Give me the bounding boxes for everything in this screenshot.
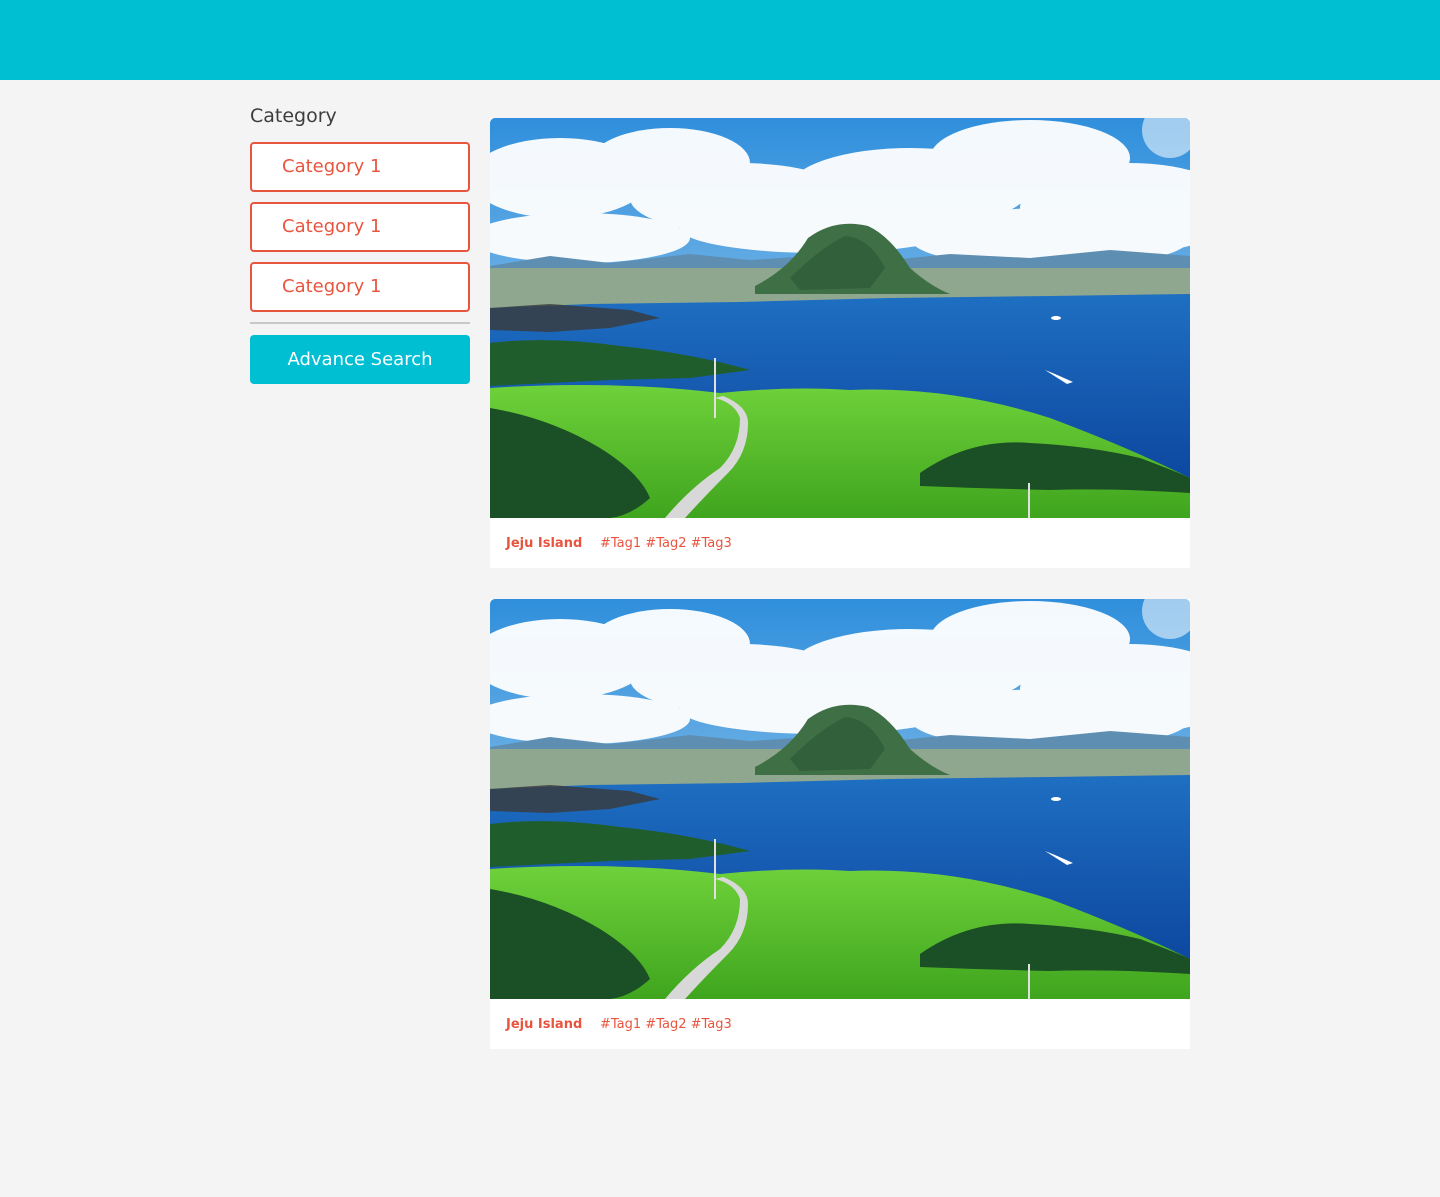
top-header-bar bbox=[0, 0, 1440, 80]
post-card[interactable]: Jeju Island #Tag1 #Tag2 #Tag3 bbox=[490, 118, 1190, 568]
post-image[interactable] bbox=[490, 599, 1190, 999]
post-tags[interactable]: #Tag1 #Tag2 #Tag3 bbox=[600, 536, 732, 551]
sidebar: Category Category 1 Category 1 Category … bbox=[250, 104, 470, 384]
category-button-1[interactable]: Category 1 bbox=[250, 142, 470, 192]
category-button-2[interactable]: Category 1 bbox=[250, 202, 470, 252]
sidebar-title: Category bbox=[250, 105, 337, 127]
sidebar-divider bbox=[250, 322, 470, 324]
post-tags[interactable]: #Tag1 #Tag2 #Tag3 bbox=[600, 1017, 732, 1032]
post-card[interactable]: Jeju Island #Tag1 #Tag2 #Tag3 bbox=[490, 599, 1190, 1049]
post-card-footer: Jeju Island #Tag1 #Tag2 #Tag3 bbox=[490, 999, 1190, 1049]
post-title[interactable]: Jeju Island bbox=[506, 1017, 600, 1032]
post-title[interactable]: Jeju Island bbox=[506, 536, 600, 551]
advance-search-button[interactable]: Advance Search bbox=[250, 335, 470, 384]
post-image[interactable] bbox=[490, 118, 1190, 518]
category-button-3[interactable]: Category 1 bbox=[250, 262, 470, 312]
post-card-footer: Jeju Island #Tag1 #Tag2 #Tag3 bbox=[490, 518, 1190, 568]
